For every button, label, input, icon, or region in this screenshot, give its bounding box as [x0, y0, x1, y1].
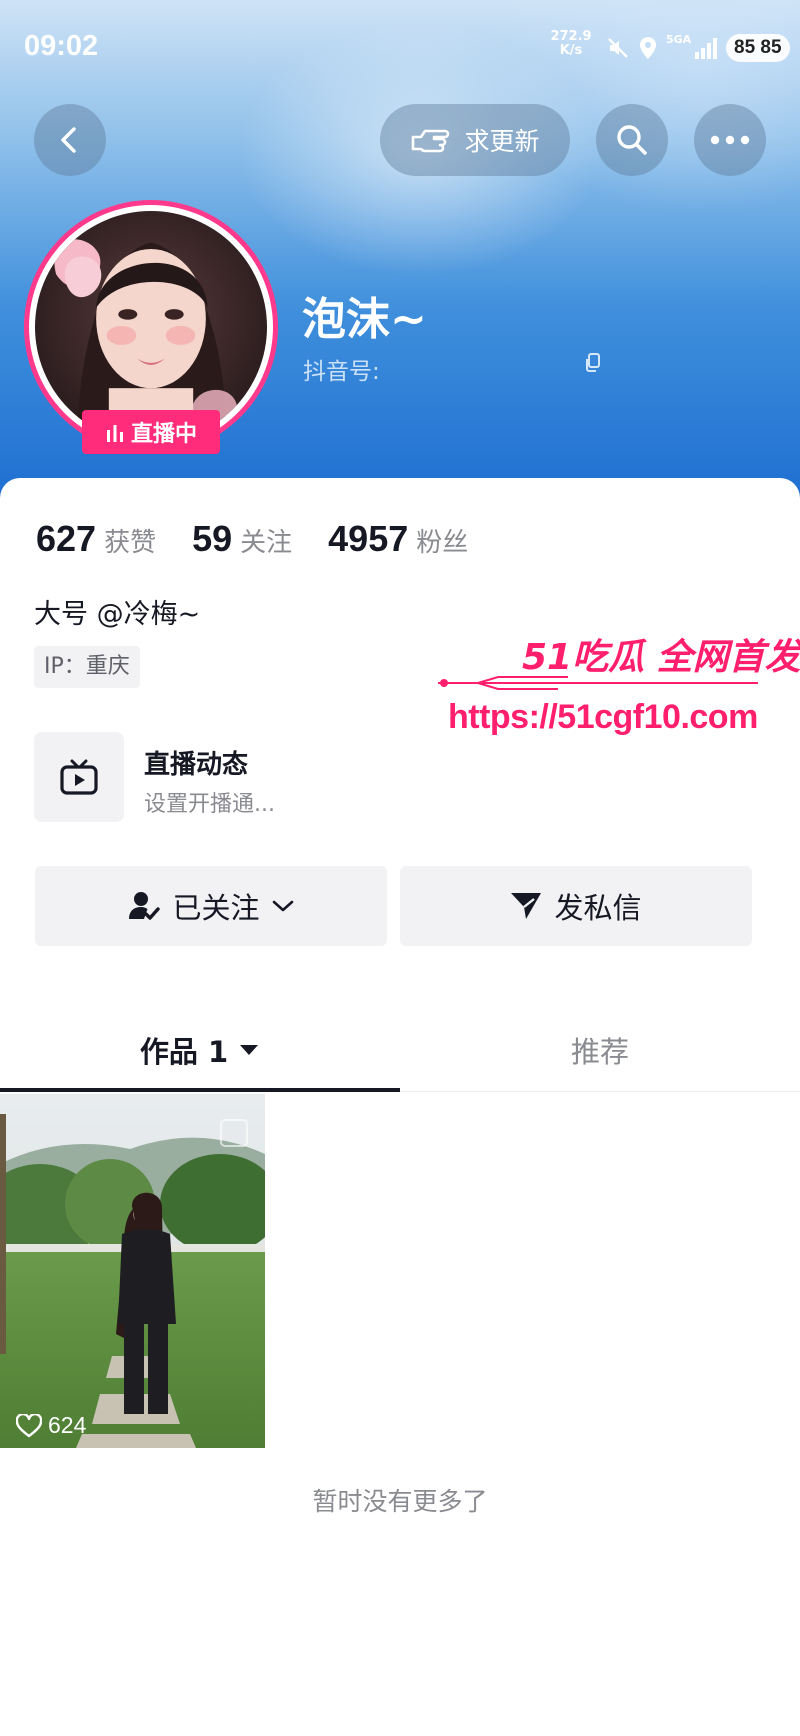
live-badge-label: 直播中	[130, 422, 197, 447]
live-bars-icon	[106, 425, 123, 442]
search-icon	[617, 125, 647, 155]
profile-card: 627 获赞 59 关注 4957 粉丝 大号 @冷梅~ IP：重庆 51吃瓜 …	[0, 478, 800, 1736]
content-tabs: 作品 1 推荐	[0, 1008, 800, 1092]
stat-label: 关注	[240, 528, 293, 558]
no-more-content-text: 暂时没有更多了	[312, 1487, 488, 1516]
more-button[interactable]	[694, 104, 766, 176]
network-speed-unit: K/s	[559, 43, 583, 58]
signal-label: 5GA	[666, 33, 692, 46]
signal-icon	[695, 38, 717, 59]
copy-icon[interactable]	[584, 352, 602, 374]
watermark-url: https://51cgf10.com	[448, 698, 758, 736]
stat-label: 获赞	[104, 528, 157, 558]
profile-stats: 627 获赞 59 关注 4957 粉丝	[36, 518, 504, 560]
send-message-label: 发私信	[554, 891, 642, 925]
heart-icon	[16, 1413, 42, 1437]
bio-text: 大号 @冷梅~	[34, 599, 201, 630]
active-tab-indicator	[0, 1088, 400, 1092]
stat-label: 粉丝	[416, 528, 469, 558]
tab-recommended[interactable]: 推荐	[400, 1008, 800, 1092]
douyin-id-label: 抖音号:	[303, 359, 380, 385]
stat-following[interactable]: 59 关注	[192, 518, 292, 560]
request-update-button[interactable]: 求更新	[380, 104, 570, 176]
back-button[interactable]	[34, 104, 106, 176]
stat-value: 59	[192, 518, 233, 559]
video-cover-image	[0, 1094, 265, 1448]
tab-recommended-label: 推荐	[570, 1035, 629, 1069]
send-icon	[511, 893, 542, 919]
live-badge[interactable]: 直播中	[82, 410, 220, 454]
followed-button[interactable]: 已关注	[35, 866, 387, 946]
pointing-hand-icon	[412, 129, 450, 153]
live-feed-title: 直播动态	[144, 750, 249, 780]
video-thumbnail[interactable]: 624	[0, 1094, 265, 1448]
request-update-label: 求更新	[464, 127, 540, 156]
watermark-title: 51吃瓜 全网首发	[522, 637, 800, 678]
tab-works-label: 作品 1	[139, 1035, 229, 1069]
watermark-decoration	[438, 676, 758, 690]
network-speed: 272.9 K/s	[548, 30, 594, 58]
send-message-button[interactable]: 发私信	[400, 866, 752, 946]
chevron-down-icon	[272, 900, 293, 912]
video-likes-count: 624	[48, 1412, 87, 1438]
stat-value: 627	[36, 518, 97, 559]
battery-indicator: 85 85	[726, 34, 790, 62]
back-icon	[61, 127, 76, 153]
live-feed-entry[interactable]: 直播动态 设置开播通...	[34, 732, 434, 822]
more-icon	[710, 135, 750, 145]
live-feed-subtitle: 设置开播通...	[144, 792, 275, 817]
stat-value: 4957	[328, 518, 409, 559]
person-check-icon	[129, 892, 161, 920]
live-feed-icon-box	[34, 732, 124, 822]
nickname: 泡沫~	[302, 294, 427, 345]
network-speed-value: 272.9	[550, 29, 592, 44]
tab-works[interactable]: 作品 1	[0, 1008, 400, 1092]
profile-header: 09:02 272.9 K/s 5GA 85 85 求更新 直播中 泡沫~ 抖音…	[0, 0, 800, 500]
ip-location-tag: IP：重庆	[34, 646, 140, 688]
status-bar: 09:02 272.9 K/s 5GA 85 85	[0, 0, 800, 96]
caret-down-icon	[240, 1045, 259, 1055]
stat-followers[interactable]: 4957 粉丝	[328, 518, 468, 560]
search-button[interactable]	[596, 104, 668, 176]
location-icon	[640, 37, 656, 59]
video-likes: 624	[16, 1412, 86, 1439]
mute-icon	[608, 38, 628, 58]
watermark: 51吃瓜 全网首发 https://51cgf10.com	[438, 628, 800, 748]
followed-label: 已关注	[172, 891, 260, 925]
avatar-image	[35, 211, 267, 443]
stat-likes[interactable]: 627 获赞	[36, 518, 156, 560]
tv-icon	[60, 759, 98, 795]
status-time: 09:02	[24, 30, 99, 62]
